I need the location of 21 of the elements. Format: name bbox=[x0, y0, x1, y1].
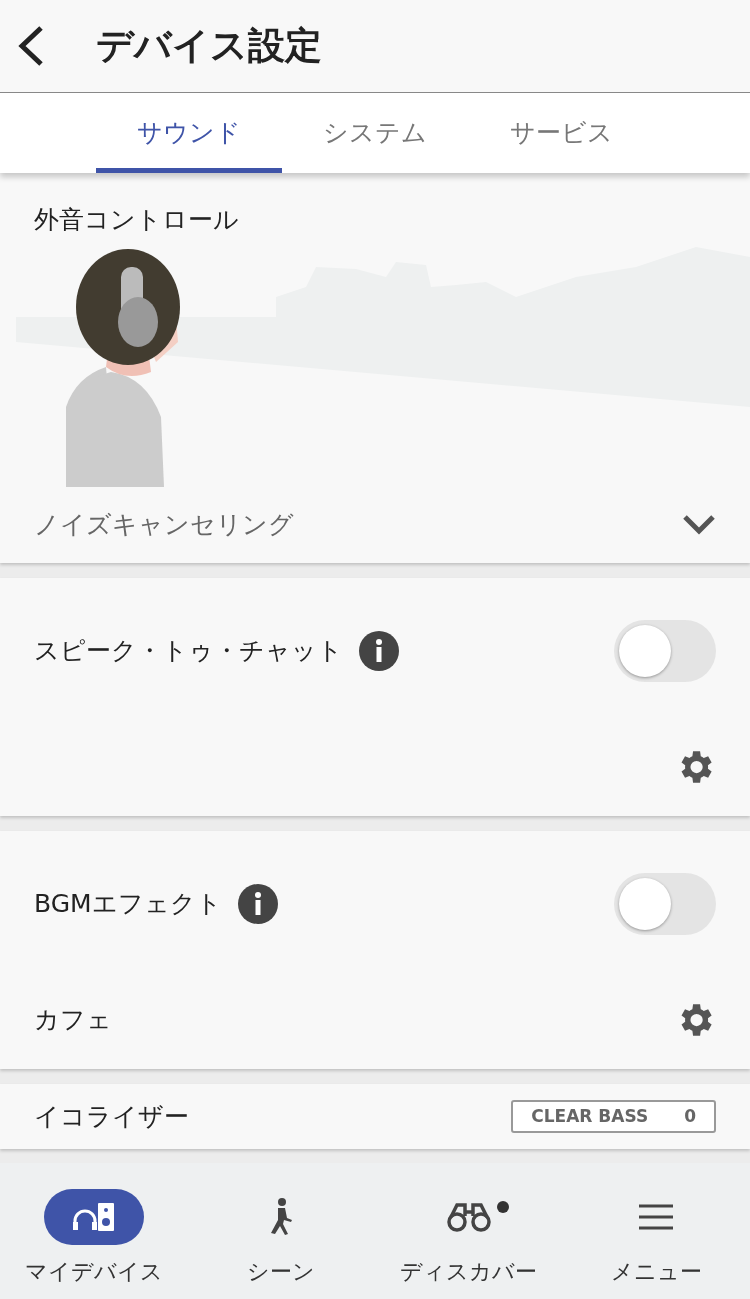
tab[interactable]: サービス bbox=[468, 93, 654, 173]
setting-value: カフェ bbox=[34, 1003, 112, 1036]
section-title: 外音コントロール bbox=[34, 204, 240, 236]
nav-tab[interactable]: シーン bbox=[187, 1163, 375, 1299]
nav-tab[interactable]: メニュー bbox=[562, 1163, 750, 1299]
binoculars-icon bbox=[446, 1202, 491, 1232]
mode-label: ノイズキャンセリング bbox=[34, 508, 294, 541]
tab[interactable]: システム bbox=[282, 93, 468, 173]
setting-label: BGMエフェクト bbox=[34, 887, 222, 920]
chevron-icon[interactable] bbox=[682, 513, 716, 536]
menu-icon bbox=[639, 1204, 674, 1230]
equalizer-preset-button[interactable]: CLEAR BASS 0 bbox=[511, 1099, 716, 1133]
setting-label: イコライザー bbox=[34, 1100, 189, 1133]
nav-tab[interactable]: ディスカバー bbox=[375, 1163, 563, 1299]
headphones-speaker-icon bbox=[71, 1201, 116, 1233]
info-icon[interactable] bbox=[359, 630, 399, 671]
setting-label: スピーク・トゥ・チャット bbox=[34, 634, 343, 667]
walking-person-icon bbox=[268, 1198, 295, 1236]
info-icon[interactable] bbox=[237, 883, 278, 924]
nav-tab[interactable]: マイデバイス bbox=[0, 1163, 188, 1299]
screen-title: デバイス設定 bbox=[96, 23, 322, 69]
